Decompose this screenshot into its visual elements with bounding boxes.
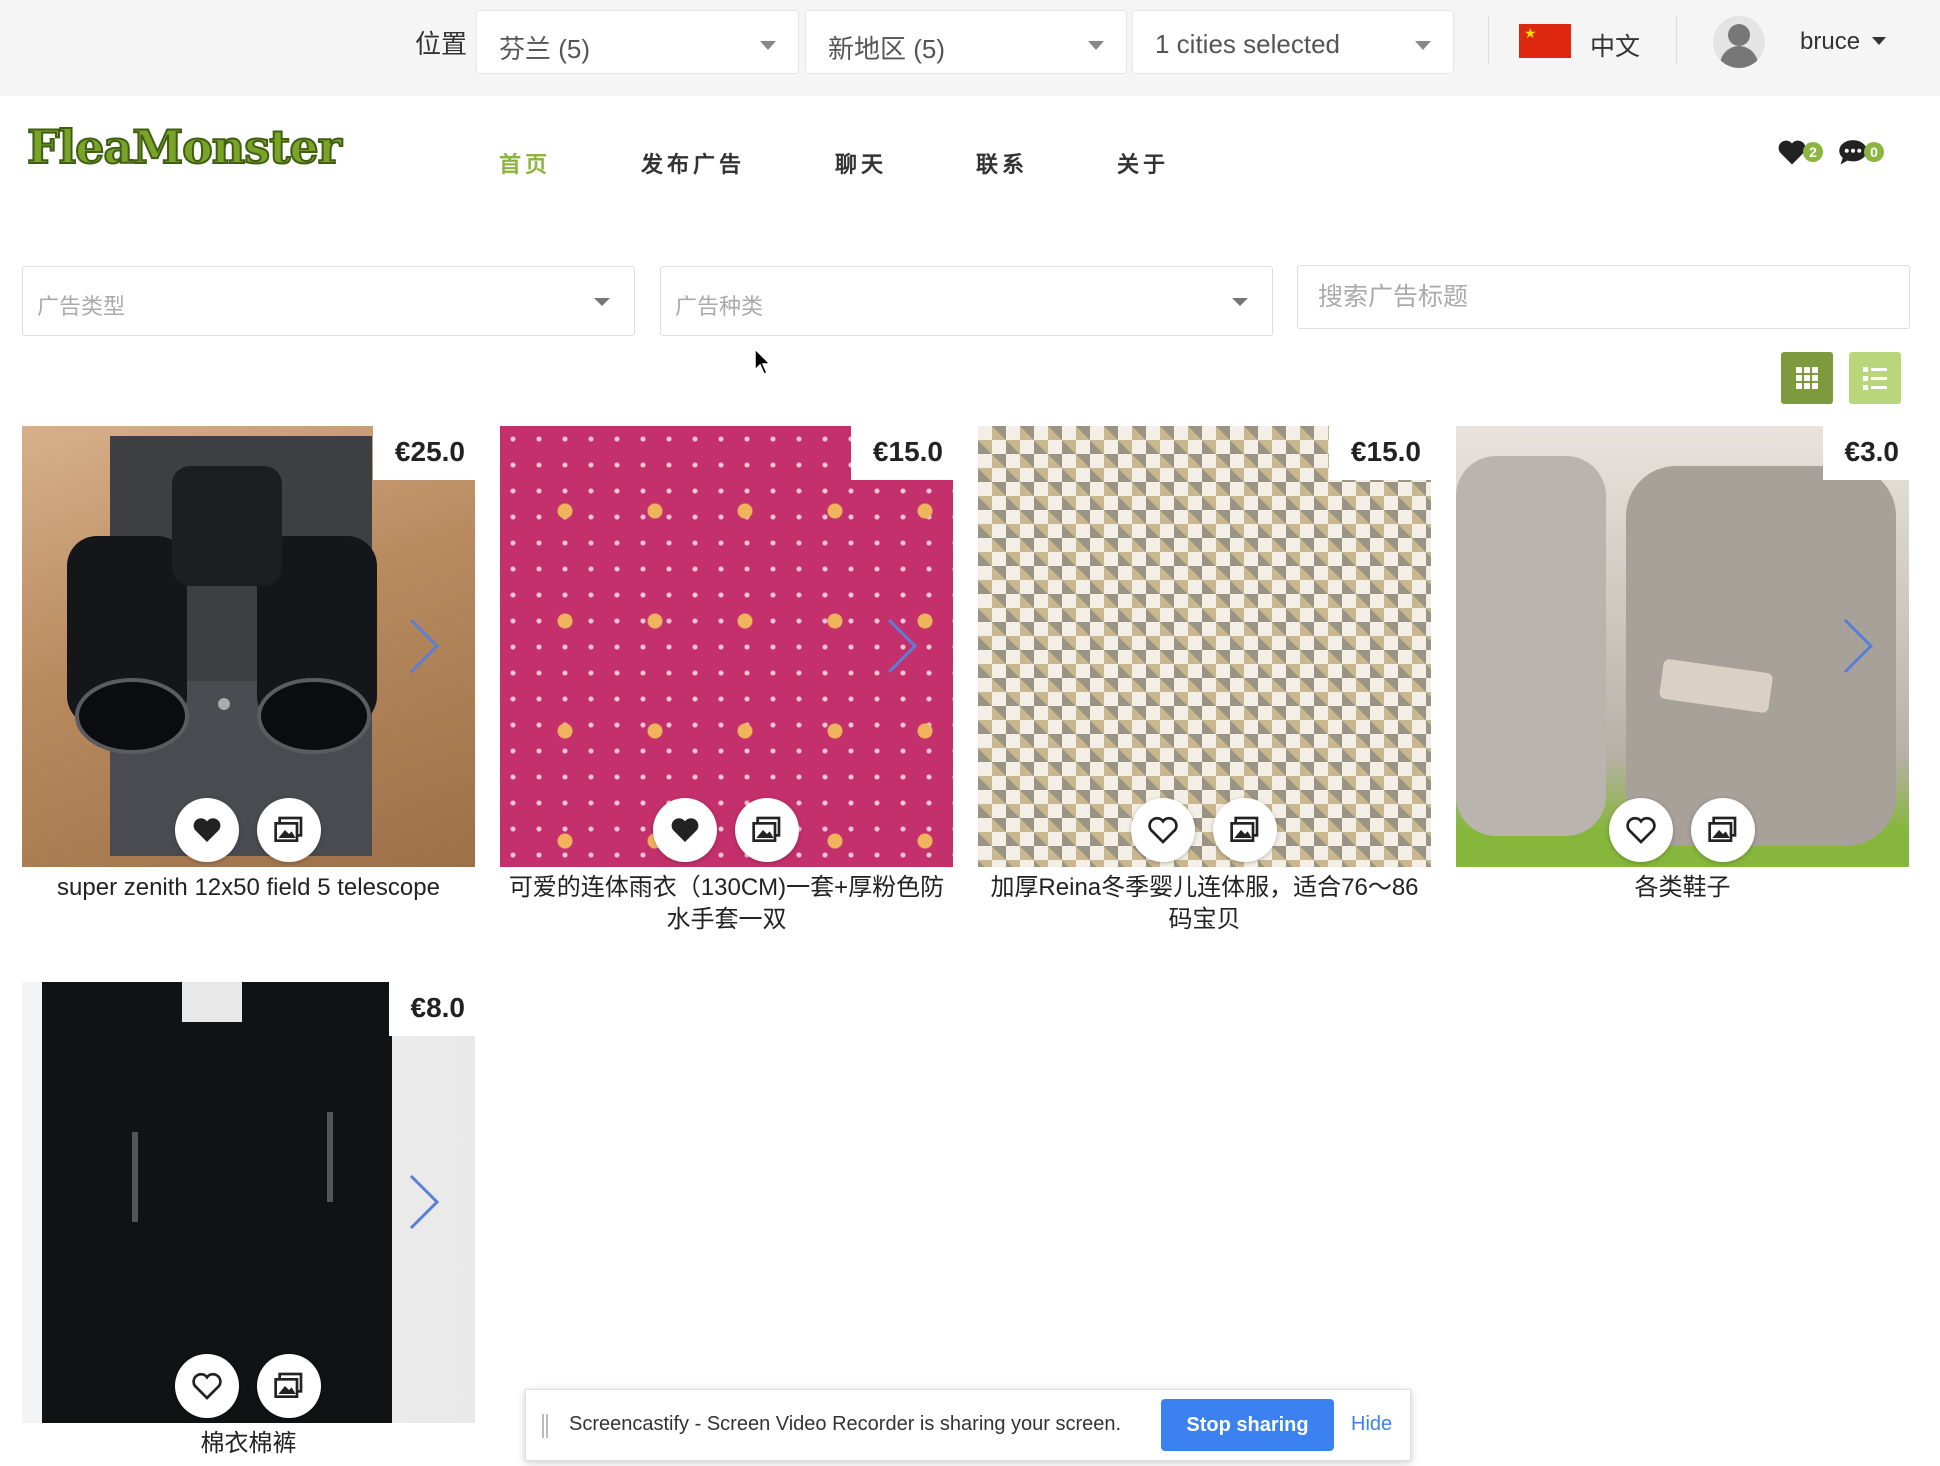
hide-button[interactable]: Hide bbox=[1351, 1413, 1392, 1436]
favorites-count-badge: 2 bbox=[1803, 142, 1823, 162]
location-label: 位置 bbox=[415, 29, 468, 59]
chevron-down-icon bbox=[594, 298, 610, 306]
language-switcher[interactable]: 中文 bbox=[1590, 27, 1640, 63]
listing-card[interactable]: €3.0 各类鞋子 bbox=[1456, 426, 1909, 904]
listing-image[interactable]: €25.0 bbox=[22, 426, 475, 867]
listing-image[interactable]: €3.0 bbox=[1456, 426, 1909, 867]
country-select[interactable]: 芬兰 (5) bbox=[476, 10, 799, 74]
listing-title[interactable]: super zenith 12x50 field 5 telescope bbox=[22, 872, 475, 904]
heart-outline-icon bbox=[1148, 816, 1178, 844]
images-icon bbox=[1708, 816, 1737, 842]
cursor-icon bbox=[754, 348, 772, 375]
gallery-button[interactable] bbox=[735, 798, 799, 862]
images-icon bbox=[274, 1372, 303, 1398]
listing-price: €3.0 bbox=[1822, 426, 1909, 480]
heart-filled-icon bbox=[671, 818, 699, 842]
drag-handle-icon[interactable] bbox=[542, 1414, 548, 1438]
ad-type-select[interactable]: 广告类型 bbox=[22, 266, 635, 336]
listing-title[interactable]: 可爱的连体雨衣（130CM)一套+厚粉色防水手套一双 bbox=[500, 872, 953, 936]
ad-category-select[interactable]: 广告种类 bbox=[660, 266, 1273, 336]
caret-down-icon[interactable] bbox=[1872, 37, 1886, 45]
avatar-body-shape bbox=[1720, 46, 1758, 68]
star-icon: ★ bbox=[1524, 25, 1537, 41]
share-message: Screencastify - Screen Video Recorder is… bbox=[569, 1413, 1122, 1435]
favorites-link[interactable]: 2 bbox=[1777, 138, 1823, 168]
listing-title[interactable]: 棉衣棉裤 bbox=[22, 1428, 475, 1460]
gallery-button[interactable] bbox=[1213, 798, 1277, 862]
top-bar: 位置 芬兰 (5) 新地区 (5) 1 cities selected ★ 中文… bbox=[0, 0, 1940, 96]
grid-icon bbox=[1796, 367, 1818, 389]
nav-home[interactable]: 首页 bbox=[499, 147, 551, 179]
stop-sharing-button[interactable]: Stop sharing bbox=[1161, 1399, 1334, 1451]
nav-about[interactable]: 关于 bbox=[1117, 147, 1169, 179]
city-select[interactable]: 1 cities selected bbox=[1132, 10, 1454, 74]
avatar[interactable] bbox=[1713, 16, 1765, 68]
listing-card[interactable]: €15.0 加厚Reina冬季婴儿连体服，适合76～86码宝贝 bbox=[978, 426, 1431, 936]
messages-count-badge: 0 bbox=[1864, 142, 1884, 162]
nav-contact[interactable]: 联系 bbox=[976, 147, 1028, 179]
gallery-button[interactable] bbox=[257, 798, 321, 862]
listing-image[interactable]: €8.0 bbox=[22, 982, 475, 1423]
avatar-head-shape bbox=[1728, 24, 1750, 46]
heart-filled-icon bbox=[193, 818, 221, 842]
listing-price: €25.0 bbox=[372, 426, 475, 480]
site-logo[interactable]: FleaMonster bbox=[26, 119, 343, 175]
user-menu[interactable]: bruce bbox=[1800, 28, 1860, 56]
city-select-value: 1 cities selected bbox=[1155, 29, 1340, 59]
chevron-down-icon bbox=[1415, 41, 1431, 50]
listing-title[interactable]: 各类鞋子 bbox=[1456, 872, 1909, 904]
listing-image[interactable]: €15.0 bbox=[500, 426, 953, 867]
chevron-right-icon[interactable] bbox=[407, 1172, 441, 1232]
ad-type-placeholder: 广告类型 bbox=[37, 294, 126, 319]
listing-card[interactable]: €25.0 super zenith 12x50 field 5 telesco… bbox=[22, 426, 475, 904]
favorite-button[interactable] bbox=[1609, 798, 1673, 862]
listing-price: €8.0 bbox=[388, 982, 475, 1036]
favorite-button[interactable] bbox=[653, 798, 717, 862]
divider bbox=[1676, 16, 1677, 64]
list-view-button[interactable] bbox=[1849, 352, 1901, 404]
region-select-value: 新地区 (5) bbox=[828, 34, 946, 64]
gallery-button[interactable] bbox=[1691, 798, 1755, 862]
listing-price: €15.0 bbox=[850, 426, 953, 480]
favorite-button[interactable] bbox=[1131, 798, 1195, 862]
images-icon bbox=[274, 816, 303, 842]
gallery-button[interactable] bbox=[257, 1354, 321, 1418]
favorite-button[interactable] bbox=[175, 798, 239, 862]
images-icon bbox=[1230, 816, 1259, 842]
nav-chat[interactable]: 聊天 bbox=[835, 147, 887, 179]
screen-share-bar: Screencastify - Screen Video Recorder is… bbox=[525, 1389, 1411, 1461]
china-flag-icon[interactable]: ★ bbox=[1519, 24, 1571, 58]
country-select-value: 芬兰 (5) bbox=[499, 34, 591, 64]
chevron-down-icon bbox=[1232, 298, 1248, 306]
listing-price: €15.0 bbox=[1328, 426, 1431, 480]
nav-post-ad[interactable]: 发布广告 bbox=[641, 147, 745, 179]
chevron-right-icon[interactable] bbox=[1841, 616, 1875, 676]
heart-outline-icon bbox=[192, 1372, 222, 1400]
listing-card[interactable]: €8.0 棉衣棉裤 bbox=[22, 982, 475, 1460]
favorite-button[interactable] bbox=[175, 1354, 239, 1418]
chevron-right-icon[interactable] bbox=[407, 616, 441, 676]
chevron-right-icon[interactable] bbox=[885, 616, 919, 676]
ad-category-placeholder: 广告种类 bbox=[675, 294, 764, 319]
images-icon bbox=[752, 816, 781, 842]
divider bbox=[1488, 16, 1489, 64]
chevron-down-icon bbox=[760, 41, 776, 50]
listing-title[interactable]: 加厚Reina冬季婴儿连体服，适合76～86码宝贝 bbox=[978, 872, 1431, 936]
search-input[interactable] bbox=[1297, 265, 1910, 329]
messages-link[interactable]: 0 bbox=[1838, 138, 1884, 168]
listing-image[interactable]: €15.0 bbox=[978, 426, 1431, 867]
chevron-down-icon bbox=[1088, 41, 1104, 50]
listing-card[interactable]: €15.0 可爱的连体雨衣（130CM)一套+厚粉色防水手套一双 bbox=[500, 426, 953, 936]
list-icon bbox=[1863, 367, 1887, 390]
region-select[interactable]: 新地区 (5) bbox=[805, 10, 1127, 74]
heart-outline-icon bbox=[1626, 816, 1656, 844]
grid-view-button[interactable] bbox=[1781, 352, 1833, 404]
